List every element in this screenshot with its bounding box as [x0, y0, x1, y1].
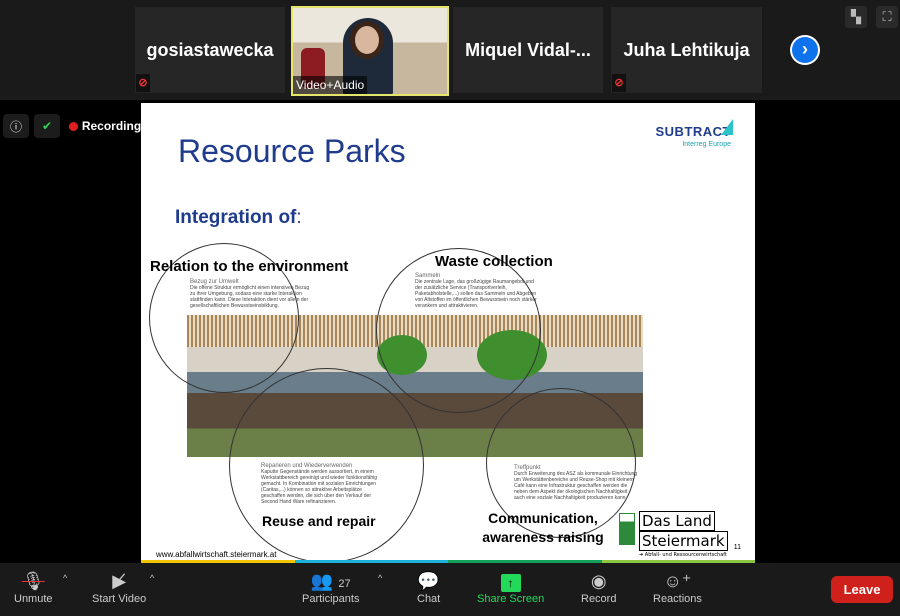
- start-video-label: Start Video: [92, 593, 147, 605]
- participant-tile[interactable]: Miquel Vidal-...: [453, 7, 603, 93]
- section-text: Bezug zur Umwelt Die offene Struktur ermö…: [190, 279, 310, 309]
- subtract-logo: SUBTRACT Interreg Europe: [656, 119, 733, 148]
- share-screen-icon: ↑: [500, 569, 521, 593]
- section-text: Reparieren und Wiederverwenden Kaputte Ge…: [261, 463, 378, 505]
- recording-dot-icon: [68, 121, 78, 131]
- shared-slide: Resource Parks SUBTRACT Interreg Europe I…: [141, 103, 755, 563]
- fullscreen-icon[interactable]: ⛶: [876, 6, 898, 28]
- participants-options-caret[interactable]: ^: [378, 573, 382, 583]
- leave-button[interactable]: Leave: [831, 576, 893, 603]
- audio-options-caret[interactable]: ^: [63, 573, 67, 583]
- footer-url: www.abfallwirtschaft.steiermark.at: [156, 550, 277, 559]
- info-icon[interactable]: ⓘ: [3, 114, 29, 138]
- reactions-icon: ☺⁺: [663, 571, 692, 591]
- next-page-button[interactable]: ›: [790, 35, 820, 65]
- section-heading: Communication, awareness raising: [482, 510, 604, 545]
- participant-tile[interactable]: gosiastawecka ⊘: [135, 7, 285, 93]
- share-screen-button[interactable]: ↑ Share Screen: [477, 569, 544, 605]
- share-screen-label: Share Screen: [477, 593, 545, 605]
- participant-name: Miquel Vidal-...: [465, 39, 591, 60]
- section-text: Sammeln Die zentrale Lage, das großzügige…: [415, 273, 537, 309]
- record-label: Record: [581, 593, 617, 605]
- record-icon: ◉: [590, 571, 607, 591]
- video-options-caret[interactable]: ^: [150, 573, 154, 583]
- video-face: [355, 26, 379, 54]
- participant-tile[interactable]: Juha Lehtikuja ⊘: [611, 7, 762, 93]
- reactions-button[interactable]: ☺⁺ Reactions: [653, 569, 702, 605]
- security-shield-icon[interactable]: ✔: [34, 114, 60, 138]
- participants-label: Participants: [302, 593, 360, 605]
- page-number: 11: [733, 544, 741, 551]
- chat-button[interactable]: 💬 Chat: [417, 569, 440, 605]
- participants-button[interactable]: 👥 27 Participants: [302, 569, 359, 605]
- participant-video-tile[interactable]: Video+Audio ⊘: [291, 6, 449, 96]
- record-button[interactable]: ◉ Record: [581, 569, 616, 605]
- section-heading: Reuse and repair: [262, 513, 376, 529]
- section-text: Treffpunkt Durch Erweiterung des ASZ als …: [514, 465, 638, 501]
- recording-label: Recording: [81, 119, 142, 133]
- slide-title: Resource Parks: [178, 133, 406, 169]
- participants-icon: 👥 27: [310, 571, 351, 591]
- chat-label: Chat: [417, 593, 441, 605]
- start-video-button[interactable]: ▶̸ Start Video: [92, 569, 146, 605]
- slide-subtitle: Integration of:: [175, 207, 302, 228]
- unmute-label: Unmute: [14, 593, 53, 605]
- section-heading: Waste collection: [435, 253, 553, 270]
- chat-icon: 💬: [417, 571, 440, 591]
- muted-mic-icon: ⊘: [612, 74, 626, 92]
- section-heading: Relation to the environment: [150, 258, 349, 275]
- muted-mic-icon: ⊘: [136, 74, 150, 92]
- unmute-button[interactable]: 🎙 Unmute: [14, 569, 53, 605]
- recording-indicator[interactable]: Recording: [66, 114, 144, 138]
- participant-name: Juha Lehtikuja: [623, 39, 750, 60]
- muted-mic-icon: 🎙: [21, 571, 45, 591]
- video-off-icon: ▶̸: [112, 571, 127, 591]
- das-land-steiermark-logo: Das Land Steiermark ➜ Abfall- und Ressourc…: [619, 511, 728, 559]
- participant-name: gosiastawecka: [146, 39, 274, 60]
- reactions-label: Reactions: [653, 593, 702, 605]
- participant-name: Video+Audio: [293, 76, 368, 94]
- chevron-right-icon: ›: [792, 37, 818, 63]
- view-layout-icon[interactable]: ▚: [845, 6, 867, 28]
